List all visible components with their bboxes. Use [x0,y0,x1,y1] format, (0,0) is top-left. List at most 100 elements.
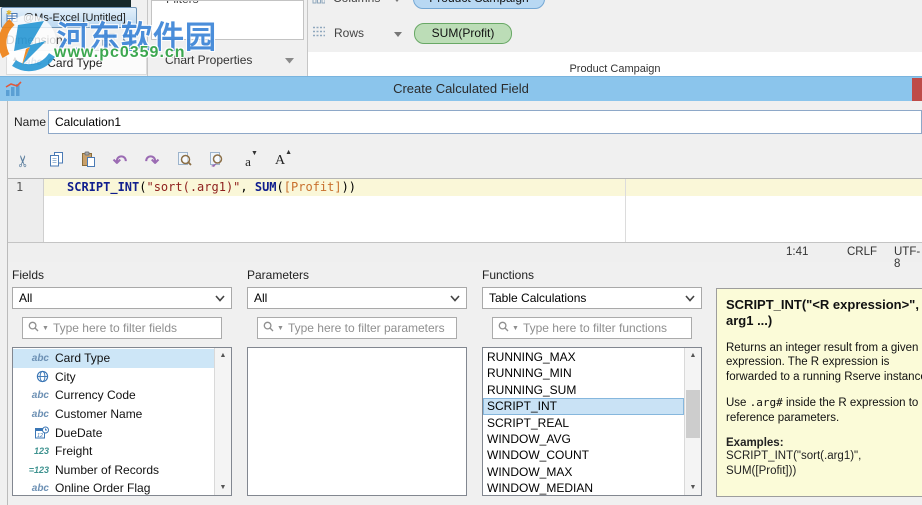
dialog-left-border [7,101,8,505]
find-field-icon[interactable] [122,33,135,49]
field-item[interactable]: City [13,368,214,387]
code-line[interactable]: SCRIPT_INT("sort(.arg1)", SUM([Profit])) [44,179,922,196]
dialog-close-button[interactable] [912,78,922,101]
function-item[interactable]: RUNNING_SUM [483,382,684,398]
rows-shelf[interactable]: Rows SUM(Profit) [312,20,512,46]
find-next-icon [208,151,225,171]
abc-icon: abc [31,352,49,364]
field-item[interactable]: 12 DueDate [13,423,214,442]
chevron-down-icon [393,0,401,5]
chevron-down-icon [285,53,294,67]
chart-properties-dropdown[interactable]: Chart Properties [151,48,304,72]
search-options-icon[interactable]: ▼ [42,325,49,332]
function-item[interactable]: WINDOW_MEDIAN [483,480,684,495]
parameters-list[interactable] [247,347,467,496]
functions-scrollbar[interactable]: ▲ ▼ [684,348,701,495]
worksheet-tab-strip [0,0,131,7]
abc-icon: abc [31,408,49,420]
field-item-label: Freight [55,444,93,459]
dimension-list-top-row[interactable]: abc Card Type ▲ [6,50,147,75]
fields-search-input[interactable] [50,320,216,336]
functions-search[interactable]: ▼ [492,317,692,339]
fields-scrollbar[interactable]: ▲ ▼ [214,348,231,495]
rows-pill[interactable]: SUM(Profit) [414,22,512,44]
functions-search-input[interactable] [520,320,686,336]
function-item[interactable]: WINDOW_MAX [483,464,684,480]
functions-list[interactable]: RUNNING_MAX RUNNING_MIN RUNNING_SUM SCRIPT_… [482,347,702,496]
field-item[interactable]: abc Customer Name [13,405,214,424]
functions-dropdown-value: Table Calculations [489,291,587,305]
code-token: SUM [254,180,277,194]
scroll-down-icon[interactable]: ▼ [215,480,231,495]
paste-icon [80,151,97,171]
dimensions-label: Dimensions [6,33,69,47]
decrease-font-button[interactable]: a ▼ [236,149,260,173]
redo-button[interactable]: ↷ [140,149,164,173]
abc-icon: abc [31,482,49,494]
scroll-up-icon[interactable]: ▲ [215,348,231,363]
paste-button[interactable] [76,149,100,173]
function-item[interactable]: RUNNING_MIN [483,365,684,381]
function-item[interactable]: WINDOW_AVG [483,431,684,447]
parameters-search[interactable]: ▼ [257,317,457,339]
columns-pill[interactable]: Product Campaign [413,0,545,9]
filters-label: Filters [166,1,199,6]
fields-list[interactable]: abc Card Type City abc Currency Code abc Custo… [12,347,232,496]
columns-shelf[interactable]: Columns Product Campaign [312,0,545,12]
fields-dropdown-value: All [19,291,33,305]
scroll-down-icon[interactable]: ▼ [685,480,701,495]
code-token: ( [276,180,284,194]
field-item-label: Online Order Flag [55,481,151,496]
undo-button[interactable]: ↶ [108,149,132,173]
search-options-icon[interactable]: ▼ [277,325,284,332]
parameters-type-dropdown[interactable]: All [247,287,467,309]
field-item-label: Currency Code [55,388,136,403]
name-input[interactable] [48,110,922,134]
copy-button[interactable] [44,149,68,173]
fields-search[interactable]: ▼ [22,317,222,339]
workbook-background: ✱ @Ms-Excel [Untitled] Dimensions abc Ca… [0,0,922,76]
datasource-tab[interactable]: ✱ @Ms-Excel [Untitled] [1,7,137,28]
find-button[interactable] [172,149,196,173]
field-item-label: City [55,369,76,384]
encoding[interactable]: UTF-8 [894,246,922,270]
help-example: SCRIPT_INT("sort(.arg1)", SUM([Profit])) [726,450,862,478]
chart-axis-title: Product Campaign [569,63,661,75]
field-item[interactable]: abc Online Order Flag [13,479,214,496]
parameters-dropdown-value: All [254,291,268,305]
field-item[interactable]: abc Currency Code [13,386,214,405]
parameters-search-input[interactable] [285,320,451,336]
redo-icon: ↷ [144,151,160,171]
search-icon [263,321,275,336]
scroll-up-icon[interactable]: ▲ [7,53,23,65]
fields-type-dropdown[interactable]: All [12,287,232,309]
increase-font-button[interactable]: A ▲ [268,149,292,173]
functions-list-items: RUNNING_MAX RUNNING_MIN RUNNING_SUM SCRIPT_… [483,349,684,495]
function-item[interactable]: RUNNING_MAX [483,349,684,365]
field-item[interactable]: =123 Number of Records [13,461,214,480]
scrollbar-thumb[interactable] [686,390,700,438]
arg-placeholder-code: .arg# [749,396,783,410]
function-item[interactable]: WINDOW_COUNT [483,447,684,463]
svg-text:12: 12 [37,433,43,439]
view-grid-icon[interactable] [102,33,115,49]
function-item[interactable]: SCRIPT_INT [483,398,684,415]
scroll-up-icon[interactable]: ▲ [685,348,701,363]
find-next-button[interactable] [204,149,228,173]
line-ending[interactable]: CRLF [847,246,877,258]
field-item[interactable]: abc Card Type [13,349,214,368]
dialog-titlebar[interactable]: Create Calculated Field [0,76,922,101]
field-item[interactable]: 123 Freight [13,442,214,461]
function-item[interactable]: SCRIPT_REAL [483,415,684,431]
fields-list-items: abc Card Type City abc Currency Code abc Custo… [13,349,214,495]
cut-button[interactable]: ✂ [12,149,36,173]
app-window: ✱ @Ms-Excel [Untitled] Dimensions abc Ca… [0,0,922,505]
formula-editor[interactable]: 1 SCRIPT_INT("sort(.arg1)", SUM([Profit]… [8,178,922,243]
help-title: SCRIPT_INT("<R expression>", arg1 ...) [726,297,919,329]
rows-label: Rows [334,26,365,40]
filters-shelf[interactable]: Filters [151,0,304,40]
functions-type-dropdown[interactable]: Table Calculations [482,287,702,309]
help-description: Returns an integer result from a given R… [726,341,922,384]
increase-font-icon: A ▲ [274,148,293,168]
search-options-icon[interactable]: ▼ [512,325,519,332]
